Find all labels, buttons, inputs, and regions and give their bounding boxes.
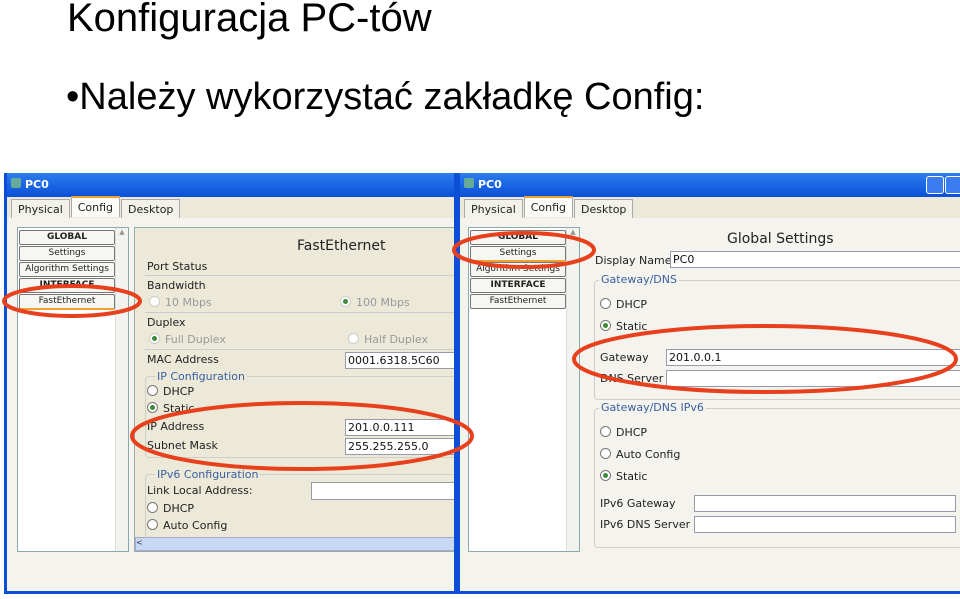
horizontal-scrollbar[interactable]: < [135, 537, 454, 551]
config-sidebar: GLOBAL Settings Algorithm Settings INTER… [17, 227, 129, 552]
ip-address-field[interactable]: 201.0.0.111 [345, 419, 454, 436]
subnet-mask-field[interactable]: 255.255.255.0 [345, 438, 454, 455]
ipv6-dns-server-field[interactable] [694, 516, 956, 533]
ipv6-auto-config-radio[interactable]: Auto Config [147, 519, 227, 532]
gateway-label: Gateway [600, 351, 649, 364]
bandwidth-100-radio[interactable]: 100 Mbps [340, 296, 410, 309]
ip-address-label: IP Address [147, 420, 205, 433]
link-local-label: Link Local Address: [147, 484, 253, 497]
bandwidth-10-radio[interactable]: 10 Mbps [149, 296, 212, 309]
mac-address-label: MAC Address [147, 353, 219, 366]
slide-bullet: •Należy wykorzystać zakładkę Config: [66, 76, 705, 118]
maximize-button[interactable] [945, 176, 960, 194]
sidebar-item-algorithm-settings[interactable]: Algorithm Settings [19, 262, 115, 277]
tab-desktop[interactable]: Desktop [121, 199, 181, 219]
subnet-mask-label: Subnet Mask [147, 439, 218, 452]
ip-static-radio[interactable]: Static [147, 402, 194, 415]
link-local-field[interactable] [311, 482, 454, 500]
ipv6-dhcp-radio[interactable]: DHCP [147, 502, 194, 515]
config-sidebar: GLOBAL Settings Algorithm Settings INTER… [468, 227, 580, 552]
panel-heading: Global Settings [727, 231, 834, 247]
fastethernet-panel: FastEthernet Port Status Bandwidth 10 Mb… [134, 227, 454, 552]
ip-configuration-legend: IP Configuration [155, 370, 247, 383]
pc0-window-settings: PC0 Physical Config Desktop GLOBAL Setting… [457, 173, 960, 594]
tab-physical[interactable]: Physical [11, 199, 70, 219]
sidebar-item-fastethernet[interactable]: FastEthernet [19, 294, 115, 310]
sidebar-scrollbar[interactable]: ▲ [566, 228, 579, 551]
sidebar-item-interface[interactable]: INTERFACE [19, 278, 115, 293]
dns-dhcp-radio[interactable]: DHCP [600, 298, 647, 311]
ipv6-gateway-field[interactable] [694, 495, 956, 512]
window-title: PC0 [25, 178, 49, 191]
tab-config[interactable]: Config [523, 196, 574, 217]
duplex-label: Duplex [147, 316, 186, 329]
ipv6-auto-config-radio[interactable]: Auto Config [600, 448, 680, 461]
ipv6-gateway-label: IPv6 Gateway [600, 497, 676, 510]
ipv6-static-radio[interactable]: Static [600, 470, 647, 483]
full-duplex-radio[interactable]: Full Duplex [149, 333, 226, 346]
pc-icon [11, 178, 21, 188]
slide-title: Konfiguracja PC-tów [67, 0, 432, 40]
ipv6-dns-server-label: IPv6 DNS Server [600, 518, 691, 531]
sidebar-item-algorithm-settings[interactable]: Algorithm Settings [470, 262, 566, 277]
ipv6-configuration-legend: IPv6 Configuration [155, 468, 261, 481]
gateway-dns-ipv6-legend: Gateway/DNS IPv6 [599, 401, 706, 414]
port-status-label: Port Status [147, 260, 208, 273]
half-duplex-radio[interactable]: Half Duplex [348, 333, 428, 346]
pc0-window-interface: PC0 Physical Config Desktop GLOBAL Setting… [4, 173, 457, 594]
tab-config[interactable]: Config [70, 196, 121, 217]
bandwidth-label: Bandwidth [147, 279, 206, 292]
dns-server-label: DNS Server [600, 372, 664, 385]
sidebar-item-fastethernet[interactable]: FastEthernet [470, 294, 566, 309]
gateway-dns-legend: Gateway/DNS [599, 273, 679, 286]
global-settings-panel: Global Settings Display Name PC0 Gateway… [585, 227, 960, 550]
tab-physical[interactable]: Physical [464, 199, 523, 219]
gateway-field[interactable]: 201.0.0.1 [666, 349, 960, 366]
ipv6-dhcp-radio[interactable]: DHCP [600, 426, 647, 439]
dns-server-field[interactable] [666, 370, 960, 387]
panel-heading: FastEthernet [297, 238, 386, 254]
sidebar-item-global[interactable]: GLOBAL [470, 230, 566, 245]
window-title: PC0 [478, 178, 502, 191]
display-name-label: Display Name [595, 254, 672, 267]
sidebar-item-settings[interactable]: Settings [19, 246, 115, 261]
pc-icon [464, 178, 474, 188]
tab-desktop[interactable]: Desktop [574, 199, 634, 219]
sidebar-item-global[interactable]: GLOBAL [19, 230, 115, 245]
display-name-field[interactable]: PC0 [670, 251, 960, 268]
title-bar: PC0 [460, 173, 960, 197]
minimize-button[interactable] [926, 176, 944, 194]
sidebar-item-interface[interactable]: INTERFACE [470, 278, 566, 293]
title-bar: PC0 [7, 173, 454, 197]
ip-dhcp-radio[interactable]: DHCP [147, 385, 194, 398]
dns-static-radio[interactable]: Static [600, 320, 647, 333]
mac-address-field[interactable]: 0001.6318.5C60 [345, 352, 454, 369]
sidebar-item-settings[interactable]: Settings [470, 246, 566, 262]
sidebar-scrollbar[interactable]: ▲ [115, 228, 128, 551]
